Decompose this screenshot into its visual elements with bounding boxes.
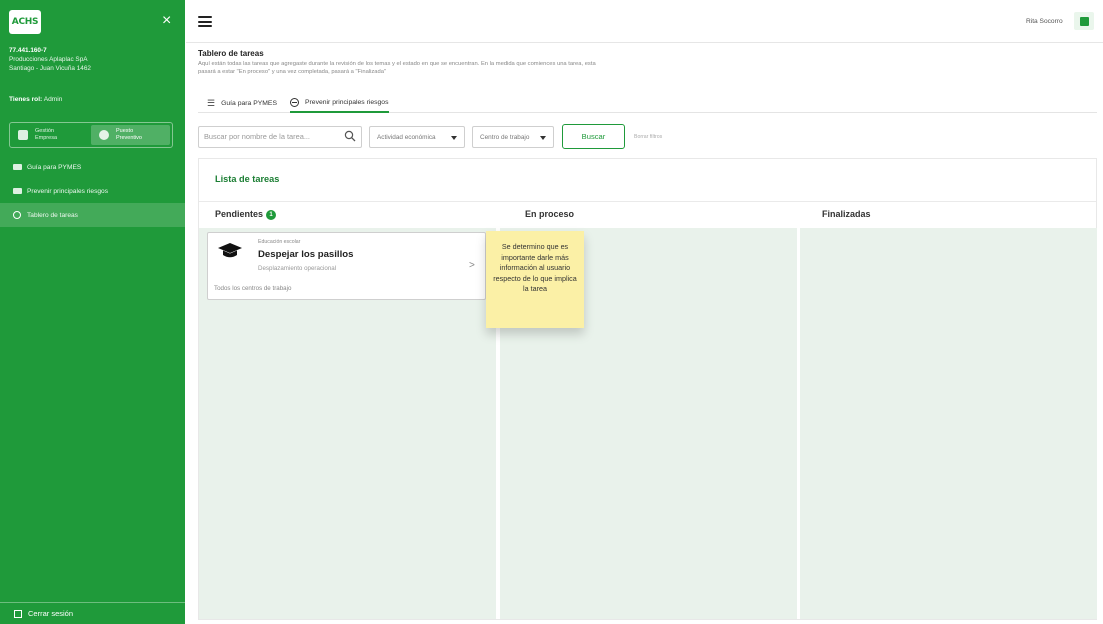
role-value: Admin bbox=[43, 96, 63, 103]
sidebar-item-label: Guía para PYMES bbox=[27, 163, 82, 171]
activity-select-value: Actividad económica bbox=[377, 133, 436, 141]
folder-icon bbox=[13, 164, 22, 170]
pending-count-badge: 1 bbox=[266, 210, 277, 220]
tab-label: Guía para PYMES bbox=[221, 99, 277, 107]
task-board: Lista de tareas Pendientes 1 En proceso F… bbox=[198, 158, 1097, 620]
list-icon: ☰ bbox=[207, 97, 216, 108]
logout-icon bbox=[14, 609, 22, 618]
graduation-cap-icon bbox=[218, 243, 242, 258]
work-center-select-value: Centro de trabajo bbox=[480, 133, 530, 141]
tab-guia-pymes[interactable]: ☰ Guía para PYMES bbox=[207, 93, 277, 113]
tab-label: Prevenir principales riesgos bbox=[305, 98, 389, 106]
company-info: 77.441.160-7 Producciones Aplaplac SpA S… bbox=[9, 46, 91, 73]
sidebar-item-prevenir-riesgos[interactable]: Prevenir principales riesgos bbox=[0, 179, 185, 203]
column-title-pendientes: Pendientes 1 bbox=[215, 209, 277, 220]
task-category: Educación escolar bbox=[258, 239, 301, 245]
column-headers bbox=[199, 201, 1096, 228]
task-list-title: Lista de tareas bbox=[215, 174, 280, 184]
tab-prevenir-riesgos[interactable]: Prevenir principales riesgos bbox=[290, 93, 389, 113]
mode-toggle: Gestión Empresa Puesto Preventivo bbox=[9, 122, 173, 148]
toggle-label-line1: Gestión bbox=[35, 128, 54, 134]
toggle-label-line2: Preventivo bbox=[116, 135, 142, 141]
folder-icon bbox=[13, 188, 22, 194]
clear-filters-link[interactable]: Borrar filtros bbox=[634, 134, 662, 140]
divider bbox=[186, 42, 1103, 43]
achs-logo[interactable]: ACHS bbox=[9, 10, 41, 34]
company-name: Producciones Aplaplac SpA bbox=[9, 56, 88, 63]
toggle-gestion-empresa[interactable]: Gestión Empresa bbox=[10, 123, 89, 147]
task-work-centers: Todos los centros de trabajo bbox=[214, 285, 292, 292]
task-card[interactable]: Educación escolar Despejar los pasillos … bbox=[207, 232, 486, 300]
helmet-icon bbox=[99, 130, 109, 140]
company-rut: 77.441.160-7 bbox=[9, 47, 47, 54]
column-title-en-proceso: En proceso bbox=[525, 209, 575, 219]
sidebar-nav: Guía para PYMES Prevenir principales rie… bbox=[0, 155, 185, 227]
column-finalizadas bbox=[800, 228, 1097, 619]
menu-icon[interactable] bbox=[198, 16, 212, 27]
role-label: Tienes rol: bbox=[9, 96, 43, 103]
user-role: Tienes rol: Admin bbox=[9, 96, 62, 103]
logout-button[interactable]: Cerrar sesión bbox=[0, 602, 185, 624]
chevron-down-icon bbox=[540, 136, 546, 140]
page-title: Tablero de tareas bbox=[198, 49, 264, 58]
column-title-finalizadas: Finalizadas bbox=[822, 209, 871, 219]
activity-select[interactable]: Actividad económica bbox=[369, 126, 465, 148]
task-title: Despejar los pasillos bbox=[258, 249, 354, 260]
sidebar-item-label: Tablero de tareas bbox=[27, 211, 78, 219]
sticky-note: Se determino que es importante darle más… bbox=[486, 231, 584, 328]
tab-bar: ☰ Guía para PYMES Prevenir principales r… bbox=[198, 88, 1097, 113]
page-description: Aquí están todas las tareas que agregast… bbox=[198, 61, 596, 75]
column-title-label: Pendientes bbox=[215, 209, 264, 219]
building-icon bbox=[18, 130, 28, 140]
toggle-label-line2: Empresa bbox=[35, 135, 58, 141]
minus-circle-icon bbox=[13, 211, 21, 219]
task-subtitle: Desplazamiento operacional bbox=[258, 265, 337, 272]
chevron-right-icon[interactable]: > bbox=[469, 260, 475, 271]
sidebar: ACHS × 77.441.160-7 Producciones Aplapla… bbox=[0, 0, 185, 624]
minus-circle-icon bbox=[290, 97, 299, 107]
chevron-down-icon bbox=[451, 136, 457, 140]
search-input[interactable]: Buscar por nombre de la tarea... bbox=[198, 126, 362, 148]
search-icon[interactable] bbox=[344, 130, 356, 142]
user-name[interactable]: Rita Socorro bbox=[1026, 18, 1063, 25]
sidebar-item-guia-pymes[interactable]: Guía para PYMES bbox=[0, 155, 185, 179]
company-address: Santiago - Juan Vicuña 1462 bbox=[9, 65, 91, 72]
building-icon[interactable] bbox=[1074, 12, 1094, 30]
sidebar-item-tablero-tareas[interactable]: Tablero de tareas bbox=[0, 203, 185, 227]
search-button[interactable]: Buscar bbox=[562, 124, 625, 149]
close-sidebar-icon[interactable]: × bbox=[162, 13, 171, 29]
toggle-label-line1: Puesto bbox=[116, 128, 134, 134]
work-center-select[interactable]: Centro de trabajo bbox=[472, 126, 554, 148]
toggle-puesto-preventivo[interactable]: Puesto Preventivo bbox=[91, 125, 170, 145]
sidebar-item-label: Prevenir principales riesgos bbox=[27, 187, 108, 195]
logout-label: Cerrar sesión bbox=[28, 609, 74, 618]
